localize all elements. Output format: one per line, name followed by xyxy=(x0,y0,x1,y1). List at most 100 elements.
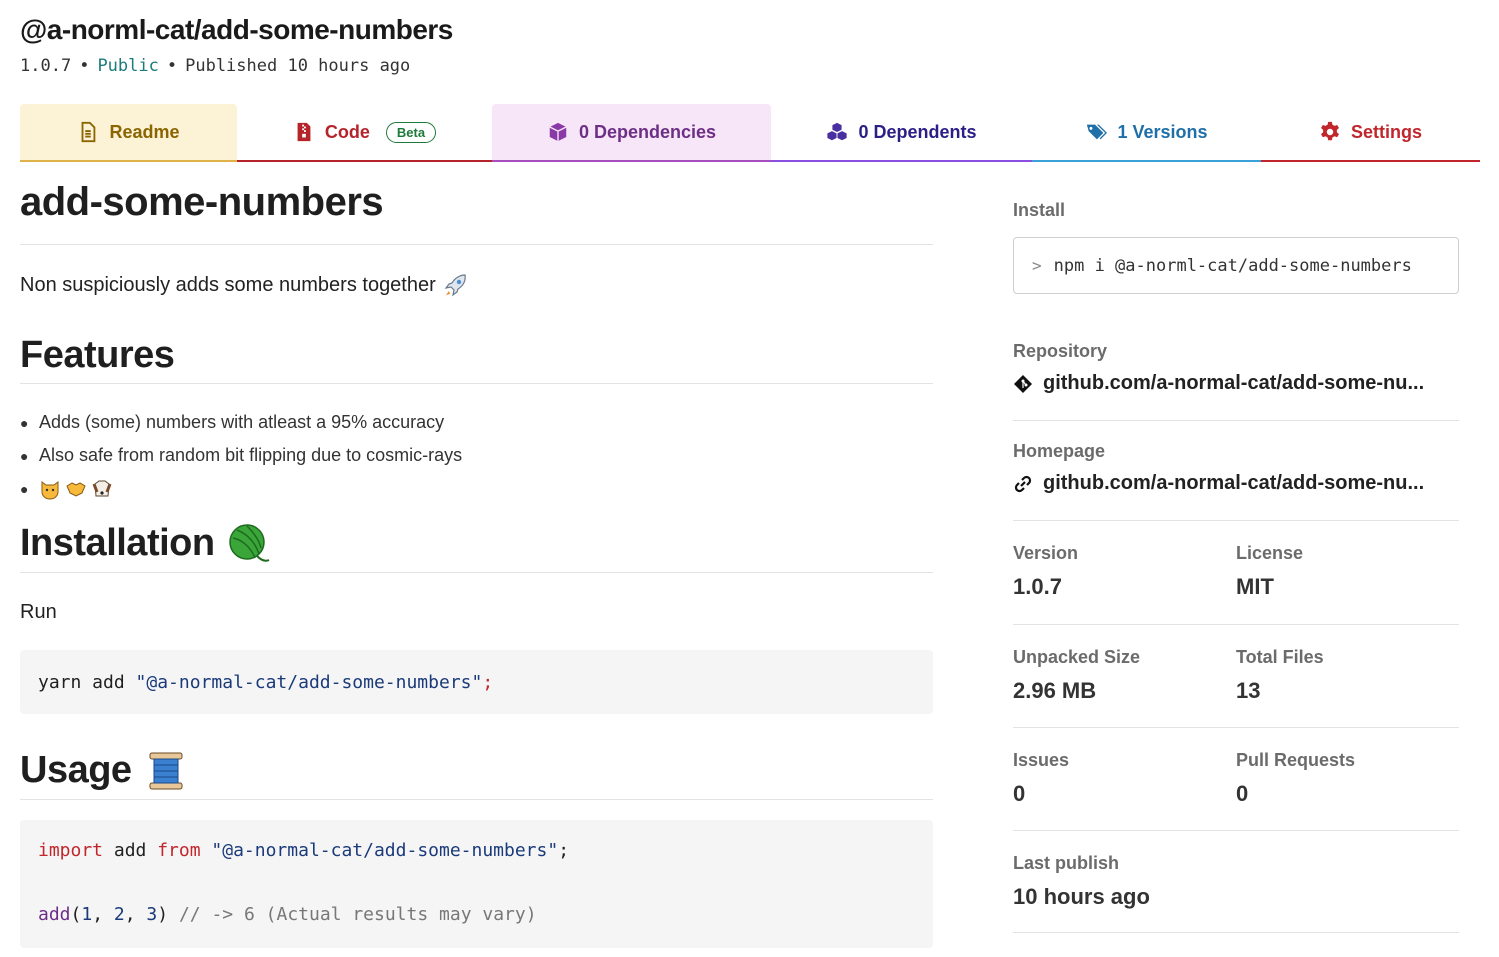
install-command-box[interactable]: > npm i @a-norml-cat/add-some-numbers xyxy=(1013,237,1459,294)
install-section: Install > npm i @a-norml-cat/add-some-nu… xyxy=(1013,200,1459,327)
repository-section: Repository github.com/a-normal-cat/add-s… xyxy=(1013,327,1459,421)
list-item: ● Also safe from random bit flipping due … xyxy=(20,445,463,465)
homepage-link[interactable]: github.com/a-normal-cat/add-some-nu... xyxy=(1013,472,1459,495)
code-string: "@a-normal-cat/add-some-numbers" xyxy=(135,671,483,693)
tab-readme[interactable]: Readme xyxy=(20,104,237,162)
beta-badge: Beta xyxy=(385,121,437,143)
usage-code-block[interactable]: import add from "@a-normal-cat/add-some-… xyxy=(20,820,933,948)
version-license-row: Version 1.0.7 License MIT xyxy=(1013,521,1459,625)
tab-dependents[interactable]: 0 Dependents xyxy=(771,104,1032,162)
visibility-badge: Public xyxy=(97,56,159,76)
homepage-url: github.com/a-normal-cat/add-some-nu... xyxy=(1043,472,1425,494)
readme-description: Non suspiciously adds some numbers toget… xyxy=(20,271,933,299)
total-files-value: 13 xyxy=(1236,678,1261,703)
tab-settings[interactable]: Settings xyxy=(1261,104,1480,162)
list-item-text: Adds (some) numbers with atleast a 95% a… xyxy=(39,412,445,432)
unpacked-size-value: 2.96 MB xyxy=(1013,678,1097,703)
package-tabs: Readme Code Beta 0 Dependencies 0 Depend… xyxy=(20,104,1480,162)
box-icon xyxy=(549,122,567,142)
gear-icon xyxy=(1321,121,1339,141)
repository-label: Repository xyxy=(1013,341,1108,361)
spool-of-thread-emoji xyxy=(149,752,183,789)
code-string: "@a-normal-cat/add-some-numbers" xyxy=(200,840,559,861)
tab-versions[interactable]: 1 Versions xyxy=(1032,104,1261,162)
size-files-row: Unpacked Size 2.96 MB Total Files 13 xyxy=(1013,625,1459,728)
rocket-emoji xyxy=(444,274,466,297)
code-paren: ( xyxy=(70,904,82,925)
description-text: Non suspiciously adds some numbers toget… xyxy=(20,273,436,296)
emoji-group xyxy=(39,478,113,500)
issues-value[interactable]: 0 xyxy=(1013,781,1236,807)
license-value: MIT xyxy=(1236,574,1274,599)
list-item-text: Also safe from random bit flipping due t… xyxy=(39,445,463,465)
package-header: @a-norml-cat/add-some-numbers 1.0.7 • Publ… xyxy=(20,14,453,76)
code-keyword: from xyxy=(157,840,201,861)
package-version: 1.0.7 xyxy=(20,56,72,76)
homepage-section: Homepage github.com/a-normal-cat/add-som… xyxy=(1013,421,1459,521)
prompt-chevron-icon: > xyxy=(1032,256,1042,275)
tab-label: 0 Dependents xyxy=(858,121,977,142)
repository-link[interactable]: github.com/a-normal-cat/add-some-nu... xyxy=(1013,372,1459,395)
list-item: ● xyxy=(20,472,933,505)
tab-code[interactable]: Code Beta xyxy=(237,104,492,162)
license-field: License MIT xyxy=(1236,543,1459,624)
code-line: import add from "@a-normal-cat/add-some-… xyxy=(38,840,915,872)
package-sidebar: Install > npm i @a-norml-cat/add-some-nu… xyxy=(1013,200,1459,933)
readme-title: add-some-numbers xyxy=(20,180,933,245)
code-comma: , xyxy=(92,904,114,925)
version-value: 1.0.7 xyxy=(1013,574,1062,599)
installation-heading: Installation xyxy=(20,515,933,573)
tab-label: Code xyxy=(324,121,370,142)
separator-dot: • xyxy=(166,56,178,76)
package-meta: 1.0.7 • Public • Published 10 hours ago xyxy=(20,56,453,76)
version-field: Version 1.0.7 xyxy=(1013,543,1236,624)
features-list: ● Adds (some) numbers with atleast a 95% … xyxy=(20,406,933,505)
code-function: add xyxy=(38,904,71,925)
usage-heading-text: Usage xyxy=(20,749,132,791)
run-text: Run xyxy=(20,601,57,623)
last-publish-value: 10 hours ago xyxy=(1013,884,1150,909)
pull-requests-label: Pull Requests xyxy=(1236,750,1356,770)
link-icon xyxy=(1014,475,1032,492)
issues-prs-row: Issues 0 Pull Requests 0 xyxy=(1013,728,1459,831)
readme-file-icon xyxy=(82,121,96,143)
tab-dependencies[interactable]: 0 Dependencies xyxy=(492,104,771,162)
last-publish-section: Last publish 10 hours ago xyxy=(1013,831,1459,933)
license-label: License xyxy=(1236,543,1304,563)
readme-content: add-some-numbers Non suspiciously adds s… xyxy=(20,180,933,948)
install-code-block[interactable]: yarn add "@a-normal-cat/add-some-numbers… xyxy=(20,650,933,714)
code-comment: // -> 6 (Actual results may vary) xyxy=(168,904,537,925)
features-heading-text: Features xyxy=(20,333,175,376)
pull-requests-field: Pull Requests 0 xyxy=(1236,750,1459,830)
separator-dot: • xyxy=(79,56,90,76)
list-item: ● Adds (some) numbers with atleast a 95% … xyxy=(20,412,445,432)
code-keyword: import xyxy=(38,840,104,861)
handshake-emoji xyxy=(66,481,86,497)
unpacked-size-field: Unpacked Size 2.96 MB xyxy=(1013,647,1236,727)
code-number: 2 xyxy=(113,904,125,925)
code-number: 3 xyxy=(146,904,158,925)
dog-face-emoji xyxy=(92,480,112,496)
code-line: add(1, 2, 3) // -> 6 (Actual results may… xyxy=(38,904,915,936)
tab-label: Settings xyxy=(1350,121,1422,142)
cat-face-emoji xyxy=(41,480,59,499)
cubes-icon xyxy=(827,122,848,141)
version-label: Version xyxy=(1013,543,1079,563)
package-name: @a-norml-cat/add-some-numbers xyxy=(20,14,453,45)
usage-heading: Usage xyxy=(20,742,933,800)
git-icon xyxy=(1014,374,1032,393)
homepage-label: Homepage xyxy=(1013,441,1106,461)
code-number: 1 xyxy=(81,904,93,925)
last-publish-label: Last publish xyxy=(1013,853,1120,873)
install-command: npm i @a-norml-cat/add-some-numbers xyxy=(1053,255,1412,276)
code-paren: ) xyxy=(157,904,169,925)
unpacked-size-label: Unpacked Size xyxy=(1013,647,1141,667)
tags-icon xyxy=(1087,124,1108,140)
code-zip-icon xyxy=(297,122,311,142)
issues-label: Issues xyxy=(1013,750,1070,770)
published-time: Published 10 hours ago xyxy=(185,56,411,76)
code-cmd: yarn add xyxy=(38,671,136,693)
issues-field: Issues 0 xyxy=(1013,750,1236,830)
pull-requests-value[interactable]: 0 xyxy=(1236,781,1459,807)
features-heading: Features xyxy=(20,327,933,384)
